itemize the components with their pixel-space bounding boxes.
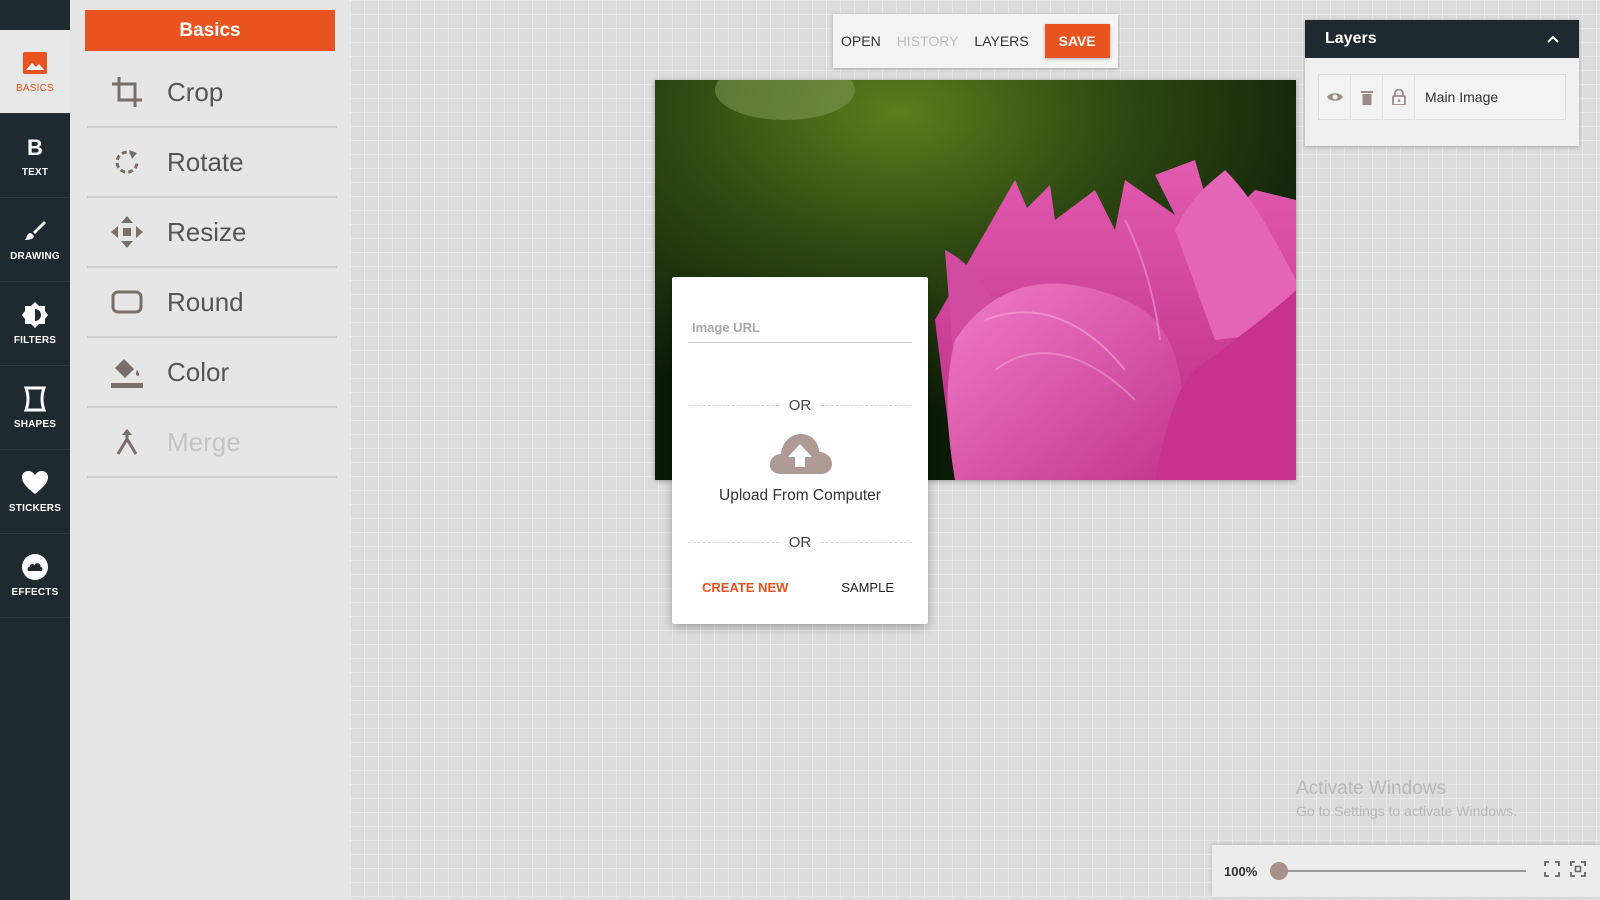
save-button[interactable]: SAVE — [1044, 24, 1110, 58]
tool-crop[interactable]: Crop — [87, 58, 337, 128]
watermark-title: Activate Windows — [1296, 778, 1446, 799]
zoom-slider[interactable] — [1270, 862, 1526, 880]
top-toolbar: OPEN HISTORY LAYERS SAVE — [833, 14, 1118, 68]
fit-to-screen-icon[interactable] — [1544, 860, 1560, 882]
tool-merge[interactable]: Merge — [87, 408, 337, 478]
icon-rail: BASICS B TEXT DRAWING FILTERS SHAPES STI… — [0, 0, 70, 900]
rail-label-text: TEXT — [21, 167, 49, 178]
or-label: OR — [788, 533, 812, 551]
rail-top-spacer — [0, 0, 70, 30]
heart-icon — [21, 469, 49, 497]
rail-label-stickers: STICKERS — [8, 503, 62, 514]
or-label: OR — [788, 396, 812, 414]
merge-icon — [87, 427, 167, 457]
tools-panel: Basics Crop Rotate Resize Round Color Me… — [70, 0, 350, 900]
divider-line — [821, 404, 912, 406]
open-button[interactable]: OPEN — [841, 33, 881, 49]
tool-label: Crop — [167, 76, 224, 107]
chevron-up-icon[interactable] — [1547, 30, 1559, 48]
eye-icon[interactable] — [1319, 74, 1351, 120]
open-image-dialog: OR Upload From Computer OR CREATE NEW SA… — [672, 277, 928, 624]
shape-icon — [24, 385, 46, 413]
sample-button[interactable]: SAMPLE — [841, 580, 894, 595]
brush-icon — [23, 217, 47, 245]
rail-label-shapes: SHAPES — [13, 419, 57, 430]
divider-line — [688, 404, 779, 406]
or-divider: OR — [688, 532, 912, 552]
layers-panel: Layers Main Image — [1305, 20, 1579, 146]
move-icon — [87, 215, 167, 249]
rounded-rect-icon — [87, 289, 167, 315]
tool-rotate[interactable]: Rotate — [87, 128, 337, 198]
fullscreen-icon[interactable] — [1570, 860, 1586, 882]
tool-color[interactable]: Color — [87, 338, 337, 408]
zoom-slider-thumb[interactable] — [1270, 862, 1288, 880]
tool-label: Merge — [167, 426, 241, 457]
layers-header[interactable]: Layers — [1305, 20, 1579, 58]
brightness-icon — [21, 301, 49, 329]
rail-label-filters: FILTERS — [13, 335, 57, 346]
layers-button[interactable]: LAYERS — [974, 33, 1028, 49]
layer-row[interactable]: Main Image — [1318, 74, 1566, 120]
rail-label-basics: BASICS — [16, 83, 54, 94]
rail-item-filters[interactable]: FILTERS — [0, 282, 70, 366]
tool-label: Resize — [167, 216, 247, 247]
svg-text:B: B — [27, 136, 43, 158]
image-icon — [22, 49, 48, 77]
rail-label-drawing: DRAWING — [10, 251, 60, 262]
rail-label-effects: EFFECTS — [11, 587, 59, 598]
history-button[interactable]: HISTORY — [897, 33, 959, 49]
windows-activation-watermark: Activate Windows Go to Settings to activ… — [1296, 778, 1517, 819]
cloud-icon — [21, 553, 49, 581]
upload-label: Upload From Computer — [719, 487, 881, 504]
tool-resize[interactable]: Resize — [87, 198, 337, 268]
zoom-icons — [1544, 860, 1586, 882]
layer-name: Main Image — [1425, 89, 1499, 105]
upload-from-computer-button[interactable]: Upload From Computer — [672, 430, 928, 505]
zoom-bar: 100% — [1212, 845, 1600, 897]
text-bold-icon: B — [25, 133, 45, 161]
rail-item-basics[interactable]: BASICS — [0, 30, 70, 114]
watermark-subtitle: Go to Settings to activate Windows. — [1296, 803, 1517, 819]
tool-label: Color — [167, 356, 230, 387]
crop-icon — [87, 75, 167, 109]
zoom-value: 100% — [1224, 863, 1258, 879]
rail-item-text[interactable]: B TEXT — [0, 114, 70, 198]
rail-item-shapes[interactable]: SHAPES — [0, 366, 70, 450]
create-new-button[interactable]: CREATE NEW — [702, 580, 788, 595]
image-url-input[interactable] — [688, 313, 912, 343]
divider-line — [688, 541, 779, 543]
rail-item-effects[interactable]: EFFECTS — [0, 534, 70, 618]
tool-list: Crop Rotate Resize Round Color Merge — [87, 58, 337, 478]
dialog-actions: CREATE NEW SAMPLE — [672, 580, 928, 595]
layers-title: Layers — [1325, 30, 1377, 47]
trash-icon[interactable] — [1351, 74, 1383, 120]
panel-title: Basics — [85, 10, 335, 51]
lock-icon[interactable] — [1383, 74, 1415, 120]
tool-round[interactable]: Round — [87, 268, 337, 338]
rotate-icon — [87, 147, 167, 177]
tool-label: Rotate — [167, 146, 244, 177]
tool-label: Round — [167, 286, 244, 317]
cloud-upload-icon — [769, 434, 832, 474]
or-divider: OR — [688, 395, 912, 415]
rail-item-stickers[interactable]: STICKERS — [0, 450, 70, 534]
rail-item-drawing[interactable]: DRAWING — [0, 198, 70, 282]
paint-bucket-icon — [87, 354, 167, 390]
divider-line — [821, 541, 912, 543]
